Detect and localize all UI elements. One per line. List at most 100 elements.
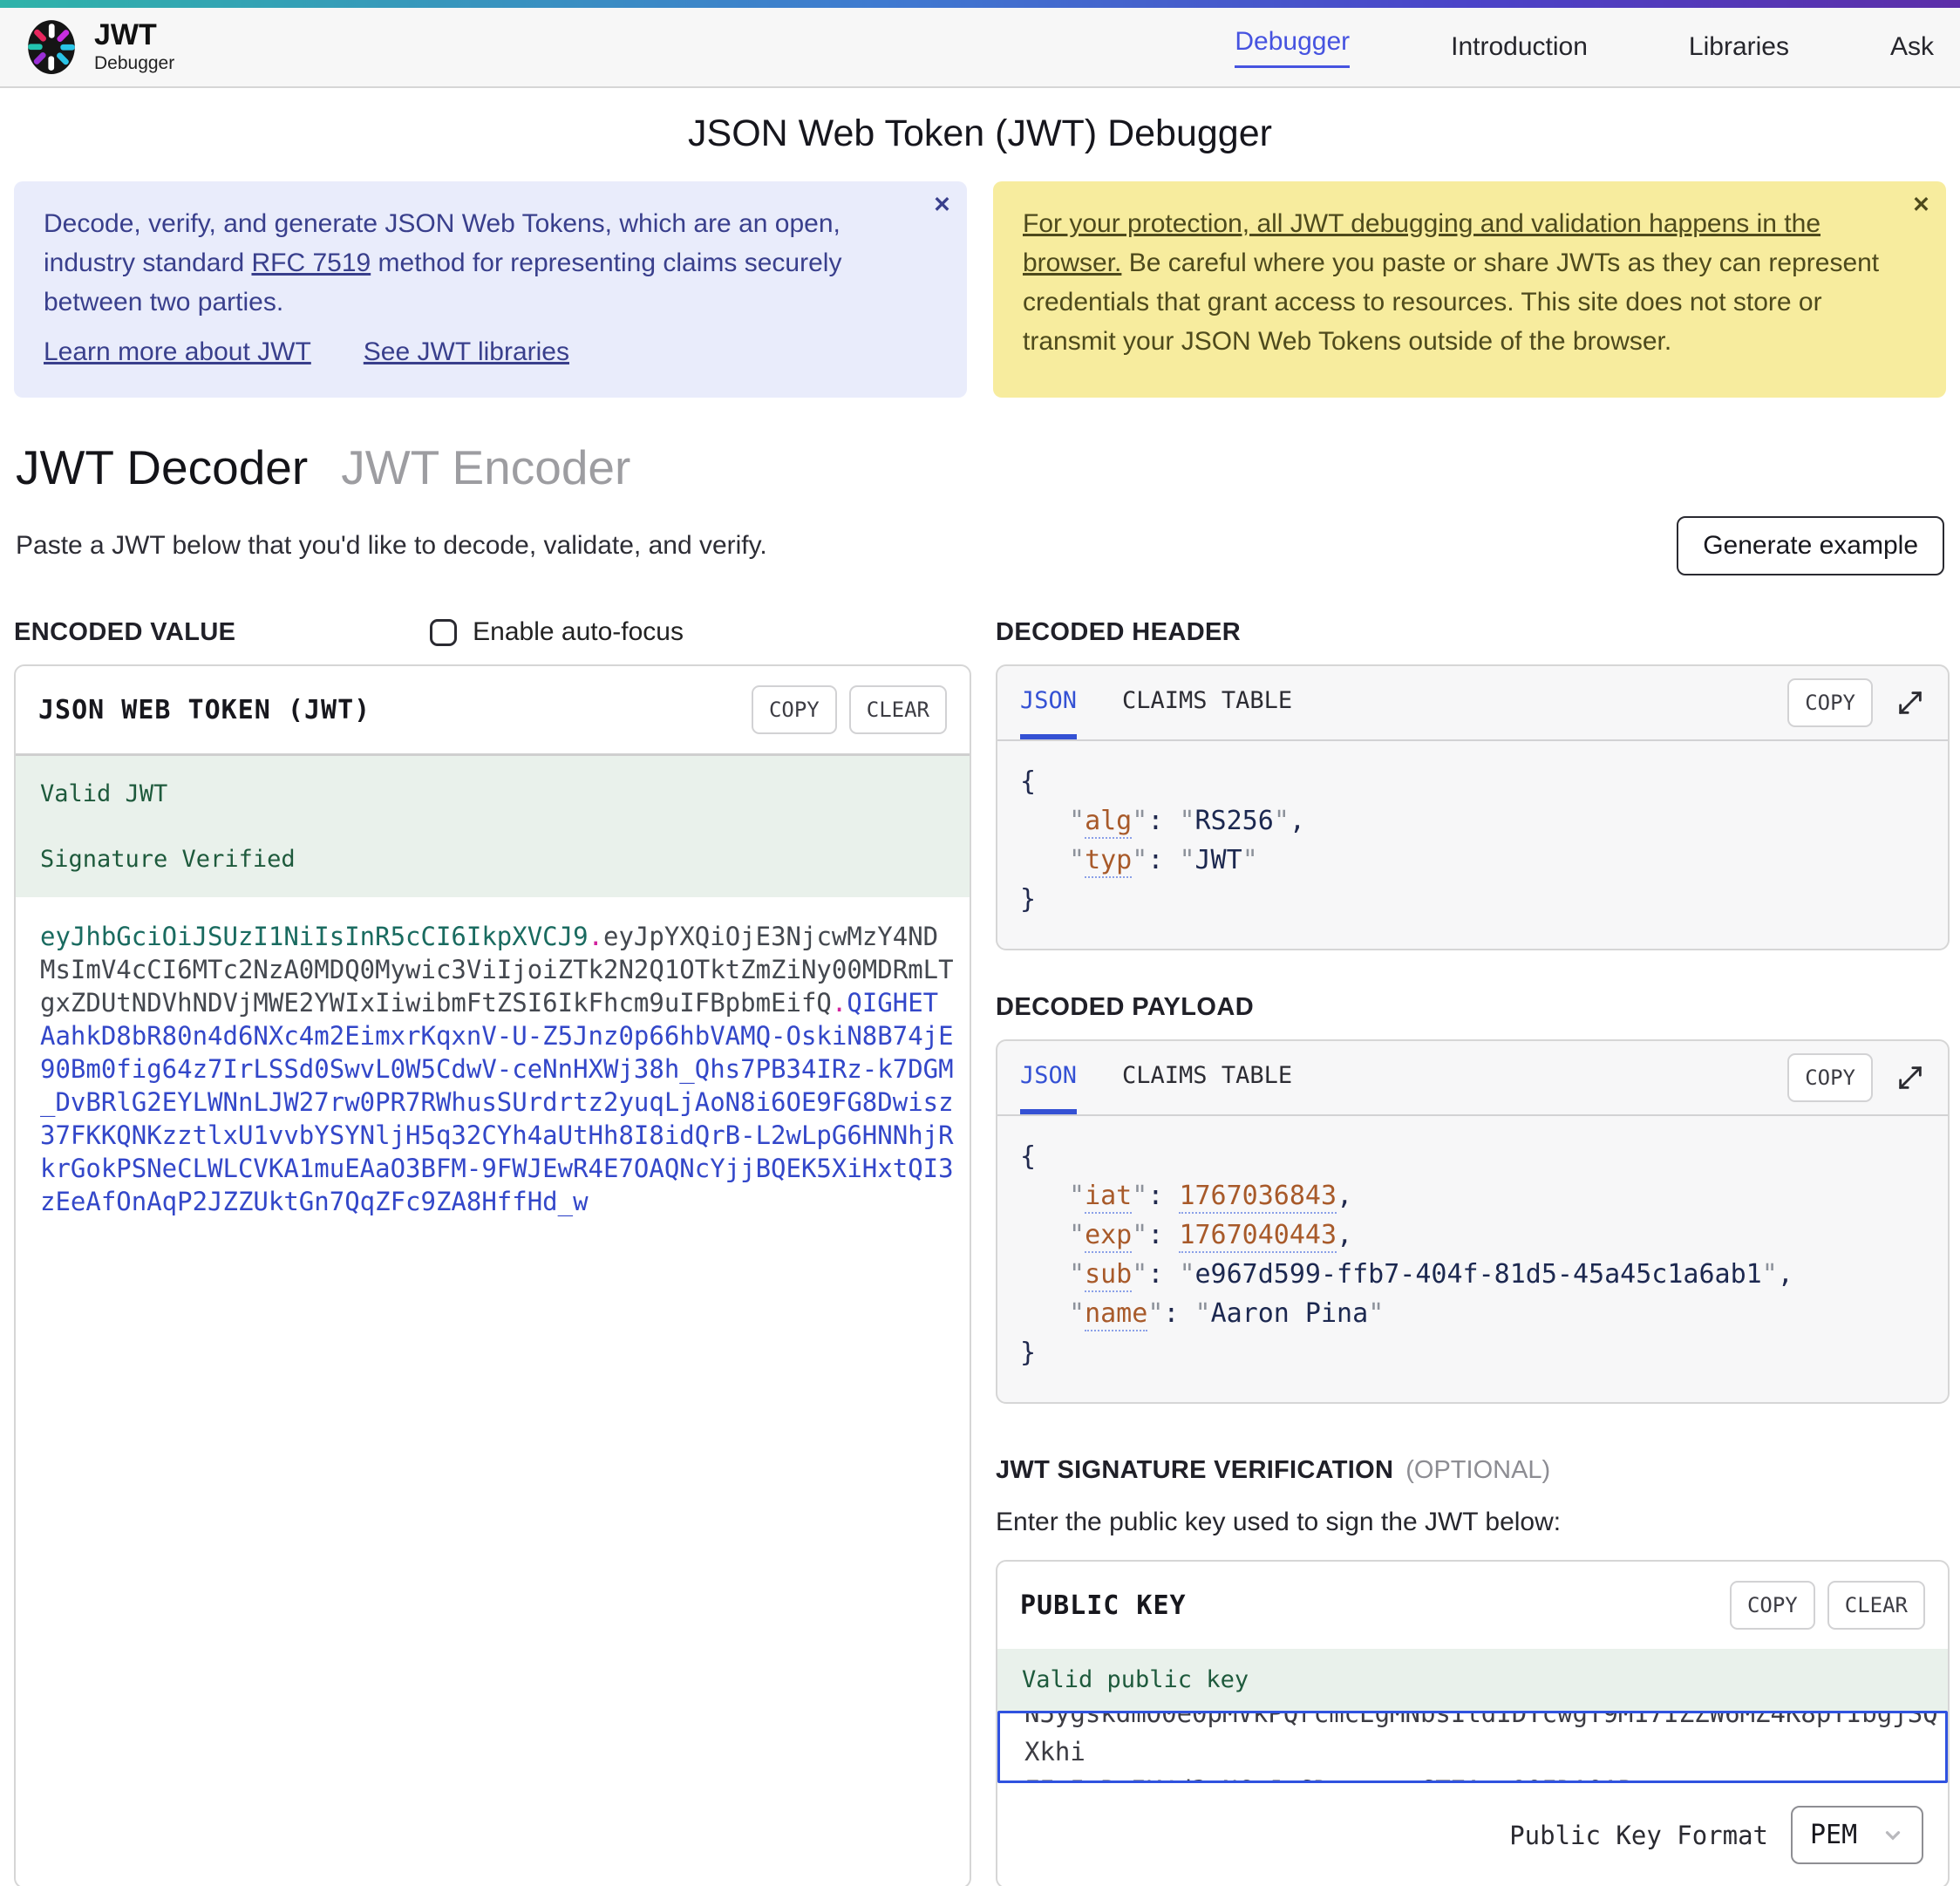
json-row-typ: "typ": "JWT" [1020,841,1925,880]
token-signature-segment: QIGHETAahkD8bR80n4d6NXc4m2EimxrKqxnV-U-Z… [40,988,954,1216]
quote: " [1069,1220,1085,1250]
decoded-payload-card: JSON CLAIMS TABLE COPY { "iat": 17670368… [996,1039,1950,1404]
expand-icon[interactable] [1895,1063,1925,1093]
token-header-segment: eyJhbGciOiJSUzI1NiIsInR5cCI6IkpXVCJ9 [40,922,589,951]
encoded-label-row: ENCODED VALUE Enable auto-focus [14,614,971,650]
decoded-header-label: DECODED HEADER [996,618,1241,647]
encoded-value-label: ENCODED VALUE [14,618,235,647]
nav-item-debugger[interactable]: Debugger [1235,27,1350,68]
jwt-card-header: JSON WEB TOKEN (JWT) COPY CLEAR [16,666,970,753]
colon: : [1147,806,1163,836]
signature-description: Enter the public key used to sign the JW… [996,1508,1950,1537]
quote: " [1274,806,1290,836]
decoded-payload-label: DECODED PAYLOAD [996,993,1254,1022]
topbar: JWT Debugger Debugger Introduction Libra… [0,8,1960,88]
json-key: iat [1085,1181,1132,1214]
quote: " [1195,1298,1211,1329]
key-text: FIz5yBnIK4d3+ [1024,1775,1222,1783]
public-key-textarea[interactable]: N5ygskdmO0e0pMVkPQrcmcEgMNbsItdIDYcwgT9M… [997,1711,1948,1783]
key-text: +Jq6Dcoapoe6T7Aro9QIDAQAB [1253,1775,1634,1783]
json-close-brace: } [1020,1333,1925,1372]
tab-claims-table[interactable]: CLAIMS TABLE [1122,666,1292,739]
intro-banner: ✕ Decode, verify, and generate JSON Web … [14,181,967,398]
quote: " [1179,845,1194,875]
page-title: JSON Web Token (JWT) Debugger [0,112,1960,155]
copy-button[interactable]: COPY [1787,1053,1873,1102]
json-row-iat: "iat": 1767036843, [1020,1176,1925,1215]
brand[interactable]: JWT Debugger [23,18,174,76]
comma: , [1778,1259,1793,1290]
comma: , [1290,806,1305,836]
format-selected-value: PEM [1810,1820,1857,1850]
json-key: name [1085,1298,1147,1331]
public-key-format-label: Public Key Format [1509,1821,1768,1850]
nav-item-introduction[interactable]: Introduction [1451,32,1588,62]
comma: , [1337,1181,1352,1211]
tab-jwt-decoder[interactable]: JWT Decoder [16,439,308,495]
info-banners: ✕ Decode, verify, and generate JSON Web … [0,181,1960,398]
tab-claims-table[interactable]: CLAIMS TABLE [1122,1041,1292,1114]
top-accent-bar [0,0,1960,8]
close-icon[interactable]: ✕ [1912,192,1930,218]
decoder-subhead: Paste a JWT below that you'd like to dec… [0,516,1960,575]
json-row-sub: "sub": "e967d599-ffb7-404f-81d5-45a45c1a… [1020,1255,1925,1294]
copy-button[interactable]: COPY [1730,1581,1815,1630]
clear-button[interactable]: CLEAR [849,685,947,734]
decoded-header-tabbar: JSON CLAIMS TABLE COPY [997,666,1948,741]
decoded-header-json: { "alg": "RS256", "typ": "JWT" } [997,741,1948,949]
jwt-token-input[interactable]: eyJhbGciOiJSUzI1NiIsInR5cCI6IkpXVCJ9.eyJ… [16,897,971,1241]
quote: " [1132,845,1147,875]
nav-item-libraries[interactable]: Libraries [1689,32,1789,62]
decoded-header-label-row: DECODED HEADER [996,614,1950,650]
tab-json[interactable]: JSON [1020,1041,1077,1114]
mode-tabs: JWT Decoder JWT Encoder [0,439,1960,495]
json-value: e967d599-ffb7-404f-81d5-45a45c1a6ab1 [1195,1259,1762,1290]
quote: " [1069,845,1085,875]
autofocus-label: Enable auto-focus [473,617,684,647]
jwt-logo-icon [23,18,80,76]
token-separator-dot: . [589,922,603,951]
protection-rest: Be careful where you paste or share JWTs… [1023,249,1879,356]
json-value: Aaron Pina [1211,1298,1369,1329]
public-key-line: FIz5yBnIK4d3+NC+Jq6Dcoapoe6T7Aro9QIDAQAB [1024,1771,1921,1783]
copy-button[interactable]: COPY [752,685,837,734]
rfc-7519-link[interactable]: RFC 7519 [251,249,371,277]
copy-button[interactable]: COPY [1787,678,1873,727]
colon: : [1163,1298,1179,1329]
decoded-header-card: JSON CLAIMS TABLE COPY { "alg": "RS256",… [996,664,1950,950]
learn-more-link[interactable]: Learn more about JWT [44,332,311,371]
signature-optional-label: (OPTIONAL) [1405,1456,1550,1485]
tab-jwt-encoder[interactable]: JWT Encoder [341,439,630,495]
public-key-title: PUBLIC KEY [1020,1590,1187,1621]
json-value-timestamp: 1767040443 [1179,1220,1337,1253]
quote: " [1132,1259,1147,1290]
quote: " [1762,1259,1778,1290]
quote: " [1132,806,1147,836]
public-key-line: N5ygskdmO0e0pMVkPQrcmcEgMNbsItdIDYcwgT9M… [1024,1711,1921,1733]
close-icon[interactable]: ✕ [933,192,951,218]
generate-example-button[interactable]: Generate example [1677,516,1944,575]
encoded-column: ENCODED VALUE Enable auto-focus JSON WEB… [14,614,971,1886]
autofocus-checkbox[interactable] [430,619,457,646]
json-value-timestamp: 1767036843 [1179,1181,1337,1214]
format-row: Public Key Format PEM [997,1783,1948,1886]
quote: " [1368,1298,1384,1329]
public-key-format-select[interactable]: PEM [1791,1806,1923,1864]
public-key-status-strip: Valid public key [997,1649,1948,1711]
decoded-payload-json: { "iat": 1767036843, "exp": 1767040443, … [997,1116,1948,1402]
decoded-header-actions: COPY [1787,678,1925,727]
expand-icon[interactable] [1895,688,1925,718]
see-libraries-link[interactable]: See JWT libraries [364,332,569,371]
tab-json[interactable]: JSON [1020,666,1077,739]
clear-button[interactable]: CLEAR [1827,1581,1925,1630]
quote: " [1069,1259,1085,1290]
jwt-status-strip: Valid JWT Signature Verified [16,756,970,897]
chevron-down-icon [1882,1824,1904,1847]
nav-item-ask[interactable]: Ask [1890,32,1934,62]
json-value: JWT [1195,845,1242,875]
json-row-exp: "exp": 1767040443, [1020,1215,1925,1255]
decoder-columns: ENCODED VALUE Enable auto-focus JSON WEB… [0,614,1960,1886]
jwt-card-title: JSON WEB TOKEN (JWT) [38,695,371,725]
quote: " [1069,806,1085,836]
json-close-brace: } [1020,880,1925,919]
